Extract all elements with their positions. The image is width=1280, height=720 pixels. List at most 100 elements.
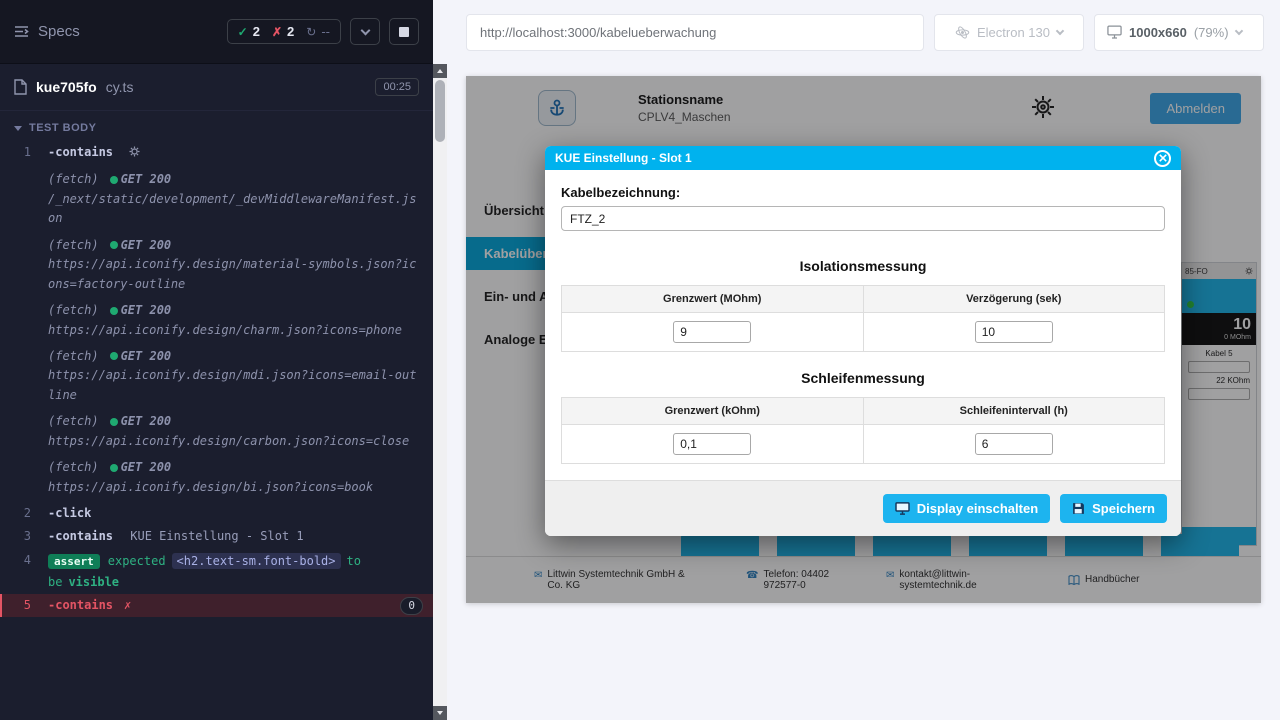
command-name: click xyxy=(48,506,91,520)
status-ok-dot xyxy=(110,241,118,249)
status-ok-dot xyxy=(110,176,118,184)
command-log: 1 contains (fetch)GET 200 /_next/static/… xyxy=(0,141,433,720)
assert-badge: assert xyxy=(48,554,100,569)
fetch-tag: (fetch) xyxy=(48,460,99,474)
test-body-section[interactable]: TEST BODY xyxy=(0,111,433,141)
http-status: GET 200 xyxy=(121,414,172,428)
browser-select[interactable]: Electron 130 xyxy=(934,14,1084,51)
assert-row[interactable]: 4 assertexpected<h2.text-sm.font-bold>to… xyxy=(0,549,433,594)
url-input[interactable]: http://localhost:3000/kabelueberwachung xyxy=(466,14,924,51)
network-log-row[interactable]: (fetch)GET 200 /_next/static/development… xyxy=(0,168,433,230)
specs-menu[interactable]: Specs xyxy=(14,23,80,40)
fetch-tag: (fetch) xyxy=(48,238,99,252)
scrollbar xyxy=(433,0,447,720)
spec-file-row[interactable]: kue705fo cy.ts 00:25 xyxy=(0,64,433,111)
pending-count: -- xyxy=(321,24,330,39)
cable-name-input[interactable] xyxy=(561,206,1165,231)
fail-x-icon: ✗ xyxy=(124,596,131,615)
viewport-select[interactable]: 1000x660 (79%) xyxy=(1094,14,1264,51)
save-button[interactable]: Speichern xyxy=(1060,494,1167,523)
error-count-badge: 0 xyxy=(400,597,423,615)
status-ok-dot xyxy=(110,464,118,472)
command-row[interactable]: 1 contains xyxy=(0,141,433,165)
command-detail: KUE Einstellung - Slot 1 xyxy=(130,529,303,543)
specs-list-icon xyxy=(14,25,29,38)
network-log-row[interactable]: (fetch)GET 200 https://api.iconify.desig… xyxy=(0,345,433,407)
arrow-up-icon xyxy=(437,69,443,73)
modal-body: Kabelbezeichnung: Isolationsmessung Gren… xyxy=(545,170,1181,464)
column-header: Schleifenintervall (h) xyxy=(863,398,1165,425)
scroll-up-button[interactable] xyxy=(433,64,447,78)
kue-settings-modal: KUE Einstellung - Slot 1 Kabelbezeichnun… xyxy=(545,146,1181,536)
fetch-tag: (fetch) xyxy=(48,414,99,428)
aut-region: http://localhost:3000/kabelueberwachung … xyxy=(447,0,1280,720)
scroll-down-button[interactable] xyxy=(433,706,447,720)
isolation-table: Grenzwert (MOhm) Verzögerung (sek) xyxy=(561,285,1165,352)
network-log-row[interactable]: (fetch)GET 200 https://api.iconify.desig… xyxy=(0,456,433,499)
scrollbar-track[interactable] xyxy=(433,64,447,720)
iso-limit-input[interactable] xyxy=(673,321,751,343)
command-name: contains xyxy=(48,596,113,615)
loop-table: Grenzwert (kOhm) Schleifenintervall (h) xyxy=(561,397,1165,464)
passed-stat: ✓ 2 xyxy=(238,24,260,39)
reporter-controls: ✓ 2 ✗ 2 ↻ -- xyxy=(227,18,419,45)
http-status: GET 200 xyxy=(121,172,172,186)
viewport-zoom: (79%) xyxy=(1194,25,1229,40)
arrow-down-icon xyxy=(437,711,443,715)
loop-section-title: Schleifenmessung xyxy=(561,370,1165,386)
test-body-label: TEST BODY xyxy=(29,122,96,134)
modal-footer: Display einschalten Speichern xyxy=(545,480,1181,536)
test-stats: ✓ 2 ✗ 2 ↻ -- xyxy=(227,19,341,44)
collapse-button[interactable] xyxy=(350,18,380,45)
spec-extension: cy.ts xyxy=(106,79,134,95)
request-url: https://api.iconify.design/material-symb… xyxy=(48,255,423,294)
modal-header: KUE Einstellung - Slot 1 xyxy=(545,146,1181,170)
reporter-header: Specs ✓ 2 ✗ 2 ↻ -- xyxy=(0,0,433,64)
request-url: https://api.iconify.design/bi.json?icons… xyxy=(48,478,423,497)
network-log-row[interactable]: (fetch) GET 200 https://api.iconify.desig… xyxy=(0,234,433,296)
line-number: 2 xyxy=(0,504,48,523)
status-ok-dot xyxy=(110,352,118,360)
command-row[interactable]: 3 contains KUE Einstellung - Slot 1 xyxy=(0,525,433,548)
cable-name-label: Kabelbezeichnung: xyxy=(561,185,1165,200)
chevron-down-icon xyxy=(360,25,370,35)
stop-button[interactable] xyxy=(389,18,419,45)
fetch-tag: (fetch) xyxy=(48,303,99,317)
caret-down-icon xyxy=(14,126,22,131)
line-number: 3 xyxy=(0,527,48,546)
app-root: Specs ✓ 2 ✗ 2 ↻ -- xyxy=(0,0,1280,720)
status-ok-dot xyxy=(110,307,118,315)
command-row-failed[interactable]: 5 contains ✗ 0 xyxy=(0,594,433,617)
stop-icon xyxy=(399,27,409,37)
status-ok-dot xyxy=(110,418,118,426)
fetch-tag: (fetch) xyxy=(48,349,99,363)
specs-label: Specs xyxy=(38,23,80,40)
assert-expected-value: visible xyxy=(68,575,119,589)
network-log-row[interactable]: (fetch) GET 200 https://api.iconify.desig… xyxy=(0,410,433,453)
pending-stat: ↻ -- xyxy=(306,24,330,39)
assert-text: expected xyxy=(108,554,166,568)
scrollbar-thumb[interactable] xyxy=(435,80,445,142)
spec-duration-badge: 00:25 xyxy=(375,78,419,96)
loop-limit-input[interactable] xyxy=(673,433,751,455)
chevron-down-icon xyxy=(1056,26,1064,34)
column-header: Grenzwert (kOhm) xyxy=(562,398,864,425)
iso-delay-input[interactable] xyxy=(975,321,1053,343)
http-status: GET 200 xyxy=(121,238,172,252)
command-name: contains xyxy=(48,145,113,159)
network-log-row[interactable]: (fetch)GET 200 https://api.iconify.desig… xyxy=(0,299,433,342)
spec-name: kue705fo xyxy=(36,79,97,95)
display-on-button[interactable]: Display einschalten xyxy=(883,494,1050,523)
isolation-section-title: Isolationsmessung xyxy=(561,258,1165,274)
close-icon[interactable] xyxy=(1154,150,1171,167)
request-url: https://api.iconify.design/carbon.json?i… xyxy=(48,432,423,451)
http-status: GET 200 xyxy=(121,349,172,363)
failed-stat: ✗ 2 xyxy=(272,24,294,39)
document-icon xyxy=(14,79,27,95)
command-row[interactable]: 2 click xyxy=(0,502,433,525)
url-text: http://localhost:3000/kabelueberwachung xyxy=(480,25,716,40)
loop-interval-input[interactable] xyxy=(975,433,1053,455)
chevron-down-icon xyxy=(1234,26,1242,34)
fetch-tag: (fetch) xyxy=(48,172,99,186)
http-status: GET 200 xyxy=(121,303,172,317)
